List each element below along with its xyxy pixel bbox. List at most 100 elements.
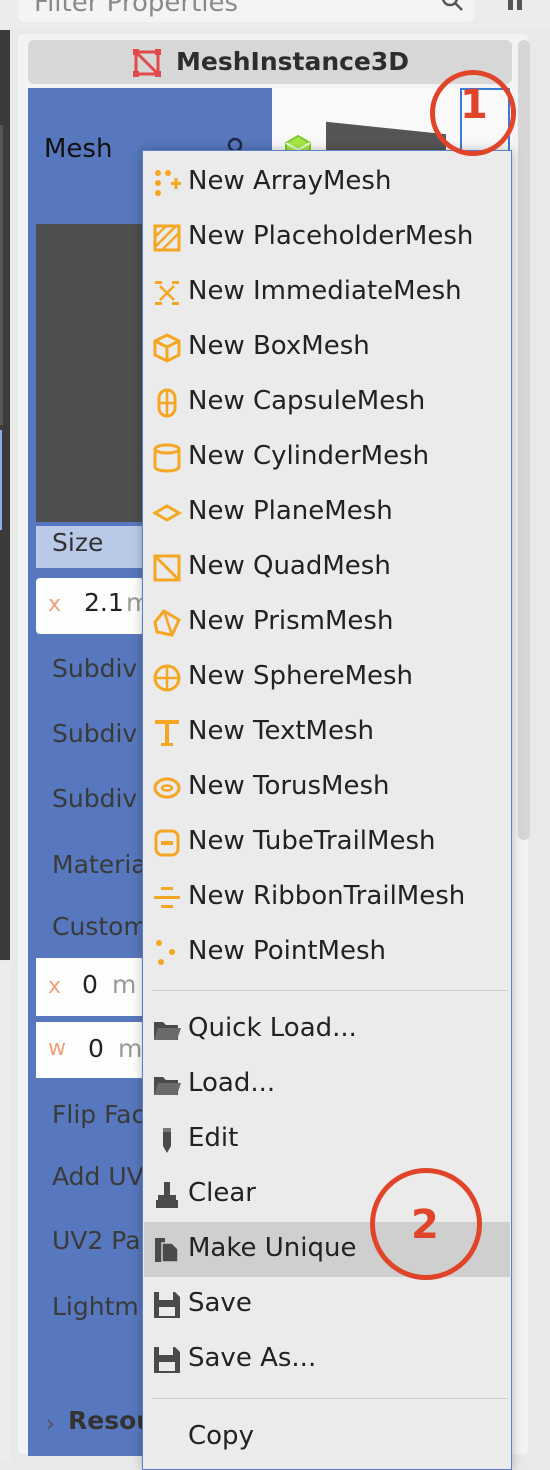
menu-item-label: New SphereMesh (188, 661, 414, 691)
menu-item-label: New PlaneMesh (188, 496, 393, 526)
property-label: Subdiv (52, 719, 138, 748)
menu-item-new-tubetrailmesh[interactable]: New TubeTrailMesh (144, 815, 510, 870)
menu-item-label: New CylinderMesh (188, 441, 430, 471)
menu-item-label: New PlaceholderMesh (188, 221, 474, 251)
menu-item-save-as[interactable]: Save As... (144, 1332, 510, 1387)
clear-icon (156, 1182, 178, 1208)
size-x-value[interactable]: 2.1 (84, 588, 124, 617)
menu-item-label: New BoxMesh (188, 331, 370, 361)
menu-item-save[interactable]: Save (144, 1277, 510, 1332)
filter-placeholder: Filter Properties (34, 0, 239, 18)
property-label: UV2 Pa (52, 1226, 141, 1255)
menu-item-new-planemesh[interactable]: New PlaneMesh (144, 485, 510, 540)
mesh-preview (36, 224, 144, 522)
torus-mesh-icon (153, 777, 181, 799)
menu-item-load[interactable]: Load... (144, 1057, 510, 1112)
immediate-mesh-icon (155, 281, 179, 305)
menu-item-new-quadmesh[interactable]: New QuadMesh (144, 540, 510, 595)
menu-item-edit[interactable]: Edit (144, 1112, 510, 1167)
inspector-scrollbar[interactable] (518, 40, 530, 840)
editor-background-edge (0, 962, 10, 1462)
menu-item-new-prismmesh[interactable]: New PrismMesh (144, 595, 510, 650)
menu-item-label: Quick Load... (188, 1013, 357, 1043)
mesh-property-label: Mesh (44, 134, 113, 164)
menu-item-new-spheremesh[interactable]: New SphereMesh (144, 650, 510, 705)
custom-w-unit: m (118, 1034, 143, 1063)
menu-item-label: New ImmediateMesh (188, 276, 462, 306)
menu-item-label: New TextMesh (188, 716, 375, 746)
menu-item-new-torusmesh[interactable]: New TorusMesh (144, 760, 510, 815)
property-label: Lightm (52, 1292, 139, 1321)
property-label: Subdiv (52, 654, 138, 683)
text-mesh-icon (155, 720, 179, 746)
save-icon (154, 1292, 180, 1318)
custom-x-unit: m (112, 970, 137, 999)
editor-edge-accent (0, 125, 3, 425)
property-label: Materia (52, 850, 147, 879)
menu-item-label: New QuadMesh (188, 551, 391, 581)
placeholder-mesh-icon (153, 224, 181, 252)
menu-item-new-arraymesh[interactable]: New ArrayMesh (144, 155, 510, 210)
property-label: Add UV (52, 1162, 144, 1191)
menu-item-copy[interactable]: Copy (144, 1410, 510, 1465)
menu-item-label: Load... (188, 1068, 276, 1098)
tube-trail-mesh-icon (154, 829, 180, 857)
tool-icon[interactable] (505, 0, 527, 12)
node-title: MeshInstance3D (176, 47, 410, 76)
menu-separator (152, 1398, 508, 1399)
folder-icon (154, 1022, 181, 1040)
point-mesh-icon (156, 940, 175, 965)
cylinder-mesh-icon (153, 443, 181, 473)
box-mesh-icon (153, 333, 181, 363)
menu-item-new-boxmesh[interactable]: New BoxMesh (144, 320, 510, 375)
menu-item-label: Save (188, 1288, 252, 1318)
array-mesh-icon (155, 170, 181, 196)
menu-item-label: Clear (188, 1178, 256, 1208)
prism-mesh-icon (153, 609, 181, 637)
ribbon-trail-mesh-icon (154, 887, 180, 908)
menu-separator (152, 990, 508, 991)
custom-w-value[interactable]: 0 (88, 1034, 104, 1063)
custom-x-value[interactable]: 0 (82, 970, 98, 999)
menu-item-label: New PointMesh (188, 936, 386, 966)
quad-mesh-icon (153, 554, 181, 582)
size-x-axis-label: x (48, 592, 62, 617)
save-icon (154, 1347, 180, 1373)
menu-item-label: New PrismMesh (188, 606, 394, 636)
menu-item-new-placeholdermesh[interactable]: New PlaceholderMesh (144, 210, 510, 265)
menu-item-label: New TorusMesh (188, 771, 390, 801)
property-label: Custom (52, 912, 148, 941)
callout-number-1: 1 (460, 82, 488, 128)
menu-item-new-pointmesh[interactable]: New PointMesh (144, 925, 510, 980)
size-label: Size (52, 528, 104, 557)
menu-item-label: New TubeTrailMesh (188, 826, 436, 856)
editor-edge-highlight (0, 430, 2, 530)
plane-mesh-icon (152, 504, 182, 522)
menu-item-new-ribbontrailmesh[interactable]: New RibbonTrailMesh (144, 870, 510, 925)
property-label: Flip Fac (52, 1100, 146, 1129)
menu-item-label: New CapsuleMesh (188, 386, 426, 416)
menu-item-new-cylindermesh[interactable]: New CylinderMesh (144, 430, 510, 485)
menu-item-label: New ArrayMesh (188, 166, 392, 196)
folder-icon (154, 1077, 181, 1095)
sphere-mesh-icon (153, 664, 181, 692)
menu-item-quick-load[interactable]: Quick Load... (144, 1002, 510, 1057)
menu-item-label: Save As... (188, 1343, 317, 1373)
menu-item-label: Edit (188, 1123, 239, 1153)
mesh-instance-icon (133, 49, 161, 77)
menu-item-new-capsulemesh[interactable]: New CapsuleMesh (144, 375, 510, 430)
capsule-mesh-icon (157, 388, 177, 418)
menu-item-new-immediatemesh[interactable]: New ImmediateMesh (144, 265, 510, 320)
custom-w-axis-label: w (48, 1036, 66, 1061)
duplicate-icon (155, 1238, 179, 1263)
menu-item-label: Make Unique (188, 1233, 357, 1263)
edit-icon (163, 1128, 171, 1153)
callout-number-2: 2 (411, 1202, 439, 1248)
property-label: Subdiv (52, 784, 138, 813)
custom-x-axis-label: x (48, 974, 62, 999)
menu-item-label: New RibbonTrailMesh (188, 881, 466, 911)
chevron-right-icon[interactable]: › (46, 1412, 55, 1437)
menu-item-new-textmesh[interactable]: New TextMesh (144, 705, 510, 760)
menu-item-label: Copy (188, 1421, 254, 1451)
search-icon[interactable] (440, 0, 464, 12)
